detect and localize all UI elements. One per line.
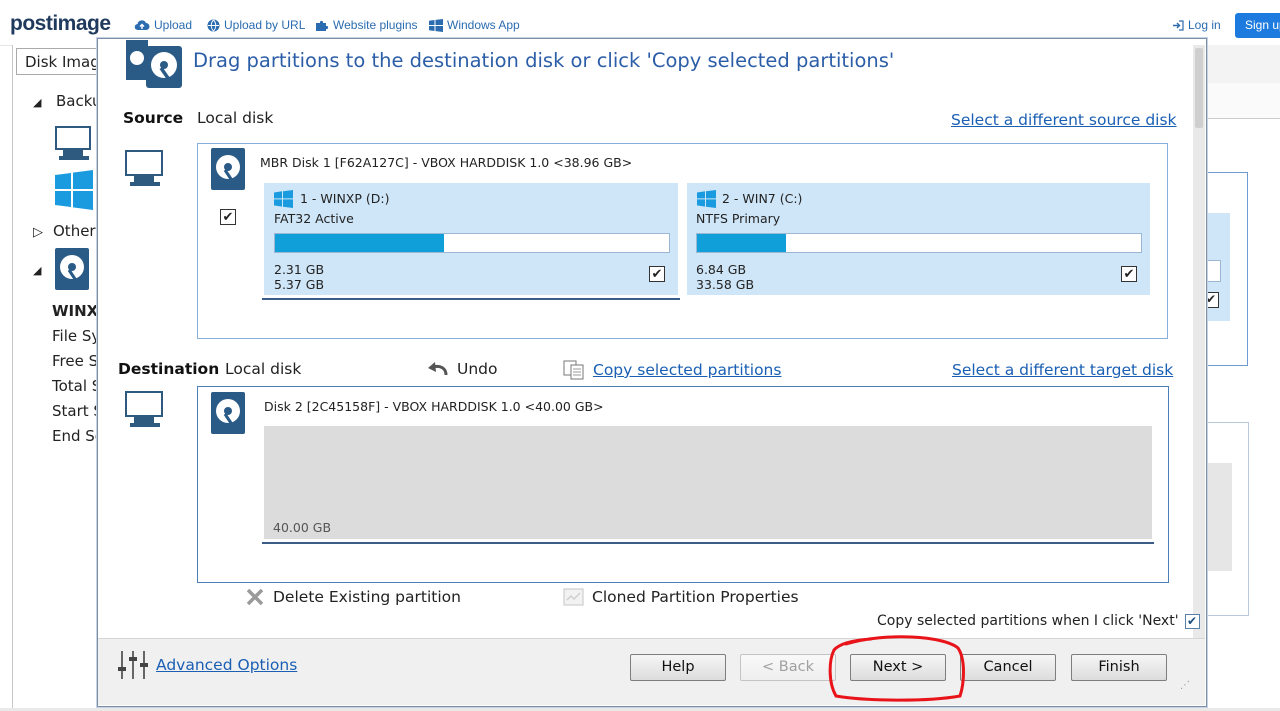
source-harddisk-icon xyxy=(216,155,240,183)
puzzle-icon xyxy=(316,20,329,31)
nav-upload[interactable]: Upload xyxy=(134,18,192,32)
partition-2-windows-icon xyxy=(697,190,716,208)
disk-icon-bg xyxy=(55,248,89,290)
nav-upload-label: Upload xyxy=(154,18,193,32)
advanced-options-action[interactable]: Advanced Options xyxy=(117,650,297,680)
dialog-scrollbar-thumb[interactable] xyxy=(1195,48,1203,128)
partition-2-used: 6.84 GB xyxy=(696,262,747,277)
clone-disk-icon xyxy=(126,40,182,88)
tree-item-other[interactable]: Other xyxy=(53,222,96,240)
unallocated-size: 40.00 GB xyxy=(273,520,332,535)
resize-grip-icon[interactable]: ⋰ xyxy=(1180,680,1190,691)
partition-1-usage-fill xyxy=(275,234,445,252)
tree-expand-icon[interactable]: ◢ xyxy=(33,96,41,109)
partition-1-checkbox[interactable]: ✔ xyxy=(649,266,665,282)
undo-icon xyxy=(428,362,448,376)
partition-1-underline xyxy=(262,298,680,300)
finish-button[interactable]: Finish xyxy=(1071,654,1167,681)
partition-2-total: 33.58 GB xyxy=(696,277,755,292)
source-type: Local disk xyxy=(197,109,274,127)
login-label: Log in xyxy=(1188,18,1221,32)
partition-1-windows-icon xyxy=(274,190,293,208)
cancel-button[interactable]: Cancel xyxy=(960,654,1056,681)
tree-expand-icon-2[interactable]: ◢ xyxy=(33,264,41,277)
copy-selected-partitions-link[interactable]: Copy selected partitions xyxy=(593,361,781,379)
source-disk-title: MBR Disk 1 [F62A127C] - VBOX HARDDISK 1.… xyxy=(260,155,633,170)
copy-icon xyxy=(563,360,584,380)
computer-icon xyxy=(55,126,91,160)
help-button[interactable]: Help xyxy=(630,654,726,681)
back-button[interactable]: < Back xyxy=(740,654,836,681)
tab-underline xyxy=(16,74,98,75)
partition-1-fs: FAT32 Active xyxy=(274,211,354,226)
site-logo[interactable]: postimage xyxy=(10,12,111,36)
unallocated-underline xyxy=(262,542,1154,544)
tree-item-winxp: WINX xyxy=(52,302,99,320)
copy-on-next-label: Copy selected partitions when I click 'N… xyxy=(877,613,1179,629)
harddisk-icon xyxy=(60,255,84,283)
source-computer-icon xyxy=(125,150,163,186)
nav-website-plugins[interactable]: Website plugins xyxy=(315,18,418,32)
background-app-border xyxy=(12,45,13,711)
copy-on-next-checkbox[interactable]: ✔ xyxy=(1184,613,1200,629)
cloned-partition-properties-action[interactable]: Cloned Partition Properties xyxy=(563,588,799,606)
login-link[interactable]: Log in xyxy=(1173,18,1221,32)
sliders-icon xyxy=(118,651,148,679)
destination-computer-icon xyxy=(125,391,163,427)
cloud-upload-icon xyxy=(134,20,150,31)
destination-label: Destination xyxy=(118,360,220,378)
bg-right-toolbar xyxy=(1205,45,1280,84)
delete-partition-label: Delete Existing partition xyxy=(273,588,461,606)
tree-item-backup[interactable]: Backu xyxy=(56,92,101,110)
undo-button[interactable]: Undo xyxy=(427,360,498,378)
destination-type: Local disk xyxy=(225,360,302,378)
dialog-title: Drag partitions to the destination disk … xyxy=(193,49,895,72)
partition-1-name: 1 - WINXP (D:) xyxy=(300,191,390,206)
delete-x-icon xyxy=(246,588,264,606)
select-source-disk-link[interactable]: Select a different source disk xyxy=(951,111,1177,129)
tree-prop-total-size: Total S xyxy=(52,377,102,395)
globe-icon xyxy=(207,19,220,31)
partition-2-name: 2 - WIN7 (C:) xyxy=(722,191,803,206)
undo-label: Undo xyxy=(457,360,498,378)
copy-partitions-action[interactable]: Copy selected partitions xyxy=(563,360,781,380)
delete-partition-action[interactable]: Delete Existing partition xyxy=(246,588,461,606)
nav-windows-app[interactable]: Windows App xyxy=(429,18,520,32)
partition-1-total: 5.37 GB xyxy=(274,277,325,292)
source-disk-icon xyxy=(211,148,245,190)
dialog-scrollbar-track[interactable] xyxy=(1193,45,1205,638)
tree-collapse-icon[interactable]: ▷ xyxy=(33,225,43,240)
windows-logo-icon xyxy=(55,170,93,210)
select-target-disk-link[interactable]: Select a different target disk xyxy=(952,361,1173,379)
nav-upload-by-url[interactable]: Upload by URL xyxy=(207,18,305,32)
partition-2-usage-fill xyxy=(697,234,786,252)
partition-2-checkbox[interactable]: ✔ xyxy=(1121,266,1137,282)
login-icon xyxy=(1173,19,1184,31)
properties-icon xyxy=(563,588,584,606)
tree-prop-start-sector: Start S xyxy=(52,402,103,420)
source-disk-checkbox[interactable]: ✔ xyxy=(220,209,236,225)
partition-1-used: 2.31 GB xyxy=(274,262,325,277)
unallocated-space[interactable] xyxy=(264,426,1152,539)
windows-icon xyxy=(429,18,443,32)
bg-right-bar xyxy=(1205,260,1221,282)
destination-disk-title: Disk 2 [2C45158F] - VBOX HARDDISK 1.0 <4… xyxy=(264,399,604,414)
nav-website-plugins-label: Website plugins xyxy=(333,18,418,32)
tree-prop-file-system: File Sy xyxy=(52,327,101,345)
destination-harddisk-icon xyxy=(216,399,240,427)
destination-disk-icon xyxy=(211,392,245,434)
source-label: Source xyxy=(123,109,184,127)
cloned-partition-properties-label: Cloned Partition Properties xyxy=(592,588,799,606)
advanced-options-link[interactable]: Advanced Options xyxy=(156,656,297,674)
partition-1-usage-bar xyxy=(274,233,670,253)
nav-windows-app-label: Windows App xyxy=(447,18,520,32)
signup-button[interactable]: Sign up xyxy=(1235,13,1280,38)
red-circle-annotation xyxy=(828,635,965,702)
bg-right-strip xyxy=(1205,83,1280,119)
nav-upload-by-url-label: Upload by URL xyxy=(224,18,306,32)
partition-2-fs: NTFS Primary xyxy=(696,211,781,226)
copy-on-next-option[interactable]: Copy selected partitions when I click 'N… xyxy=(877,613,1200,629)
bg-right-unallocated xyxy=(1205,463,1232,571)
partition-2-usage-bar xyxy=(696,233,1142,253)
